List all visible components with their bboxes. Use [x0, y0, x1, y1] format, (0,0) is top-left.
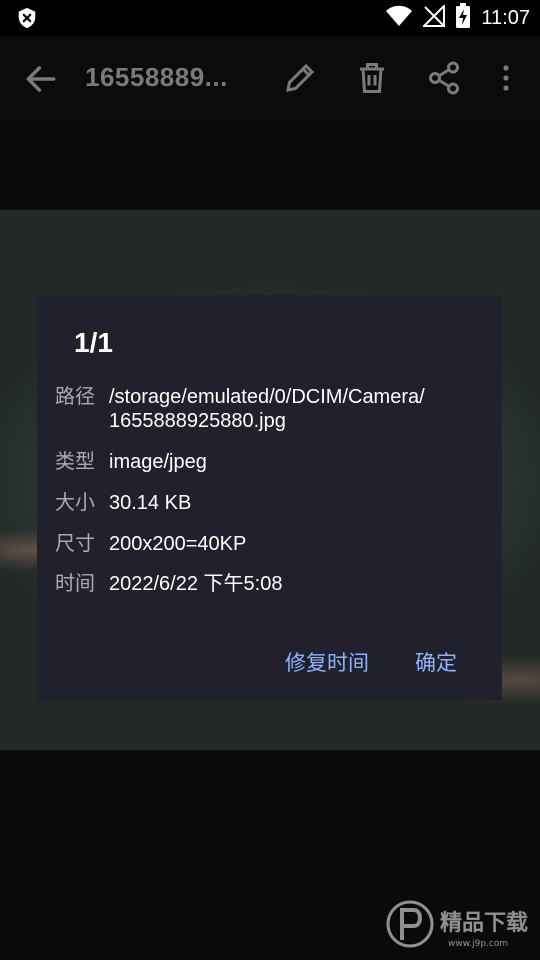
- info-row-path: 路径 /storage/emulated/0/DCIM/Camera/ 1655…: [55, 385, 485, 433]
- info-row-size: 大小 30.14 KB: [55, 491, 485, 515]
- dimensions-label: 尺寸: [55, 533, 95, 555]
- battery-charging-icon: [455, 2, 471, 34]
- no-signal-icon: [422, 3, 446, 32]
- info-row-type: 类型 image/jpeg: [55, 450, 485, 474]
- size-label: 大小: [55, 492, 95, 514]
- top-app-bar: 16558889...: [0, 36, 540, 120]
- share-button[interactable]: [426, 60, 462, 96]
- status-clock: 11:07: [481, 6, 530, 29]
- more-vertical-icon: [503, 65, 509, 91]
- dimensions-value: 200x200=40KP: [109, 533, 247, 555]
- info-row-time: 时间 2022/6/22 下午5:08: [55, 572, 485, 596]
- arrow-left-icon: [26, 66, 56, 92]
- pencil-icon: [286, 63, 315, 92]
- dialog-actions: 修复时间 确定: [285, 647, 457, 677]
- watermark-url: www.j9p.com: [448, 939, 508, 949]
- dialog-title: 1/1: [74, 327, 113, 358]
- page-title: 16558889...: [85, 62, 228, 92]
- shield-icon: [16, 7, 38, 29]
- trash-icon: [360, 63, 384, 93]
- path-value: /storage/emulated/0/DCIM/Camera/ 1655888…: [109, 386, 425, 432]
- share-icon: [429, 61, 459, 95]
- size-value: 30.14 KB: [109, 492, 192, 514]
- fix-time-button[interactable]: 修复时间: [285, 647, 369, 677]
- status-bar: 11:07: [0, 0, 540, 36]
- wifi-icon: [385, 5, 413, 32]
- path-label: 路径: [55, 386, 95, 408]
- properties-dialog: 1/1 路径 /storage/emulated/0/DCIM/Camera/ …: [37, 295, 502, 700]
- delete-button[interactable]: [354, 60, 390, 96]
- watermark-logo: 精品下载 www.j9p.com: [384, 896, 534, 952]
- time-value: 2022/6/22 下午5:08: [109, 573, 283, 595]
- info-row-dimensions: 尺寸 200x200=40KP: [55, 532, 485, 556]
- time-label: 时间: [55, 573, 95, 595]
- edit-button[interactable]: [282, 60, 318, 96]
- back-button[interactable]: [22, 60, 60, 98]
- ok-button[interactable]: 确定: [415, 647, 457, 677]
- watermark-text: 精品下载: [440, 910, 528, 936]
- more-options-button[interactable]: [492, 60, 520, 96]
- type-value: image/jpeg: [109, 451, 207, 473]
- type-label: 类型: [55, 451, 95, 473]
